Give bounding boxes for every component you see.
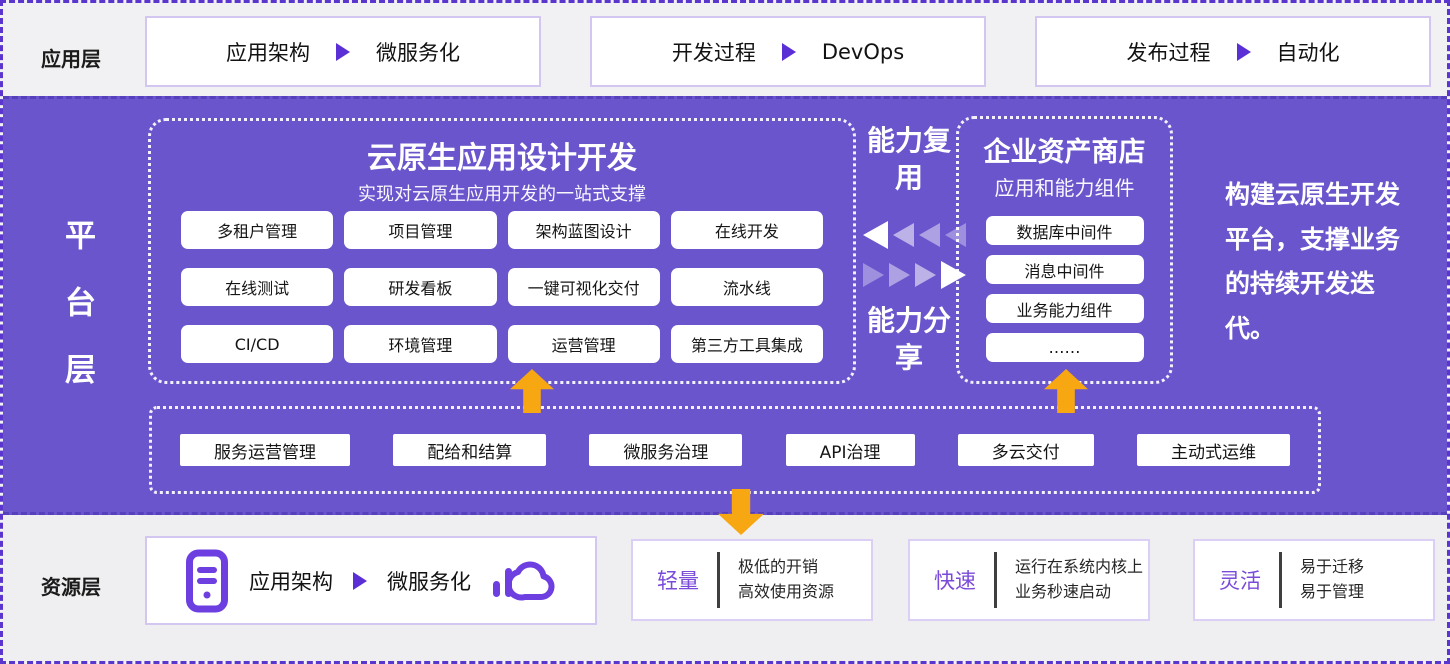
arrows-left-icon xyxy=(863,221,966,249)
resource-box-to: 微服务化 xyxy=(387,566,471,596)
triangle-left-icon xyxy=(863,221,888,249)
feature-description: 极低的开销 高效使用资源 xyxy=(738,555,834,605)
ops-node: 服务运营管理 xyxy=(180,434,350,466)
capability-node: 环境管理 xyxy=(344,325,496,363)
asset-panel-subtitle: 应用和能力组件 xyxy=(959,172,1170,201)
capability-node: 第三方工具集成 xyxy=(671,325,823,363)
triangle-right-icon xyxy=(1237,43,1251,61)
capability-node: 多租户管理 xyxy=(181,211,333,249)
feature-keyword: 快速 xyxy=(934,565,976,595)
app-box-release: 发布过程 自动化 xyxy=(1035,16,1431,87)
triangle-right-icon xyxy=(863,263,884,287)
asset-panel-title: 企业资产商店 xyxy=(959,130,1170,169)
feature-fast: 快速 运行在系统内核上 业务秒速启动 xyxy=(908,539,1150,621)
platform-note: 构建云原生开发平台，支撑业务的持续开发迭代。 xyxy=(1225,173,1415,351)
resource-box-from: 应用架构 xyxy=(249,566,333,596)
feature-description: 运行在系统内核上 业务秒速启动 xyxy=(1015,555,1143,605)
vertical-divider xyxy=(1279,552,1282,608)
capability-node: CI/CD xyxy=(181,325,333,363)
ops-node-row: 服务运营管理 配给和结算 微服务治理 API治理 多云交付 主动式运维 xyxy=(180,409,1290,491)
design-panel-subtitle: 实现对云原生应用开发的一站式支撑 xyxy=(151,180,853,206)
capability-node: 运营管理 xyxy=(508,325,660,363)
asset-node: …… xyxy=(986,333,1144,362)
design-dev-panel: 云原生应用设计开发 实现对云原生应用开发的一站式支撑 多租户管理 项目管理 架构… xyxy=(148,118,856,384)
capability-share-label: 能力分享 xyxy=(859,303,959,377)
capability-reuse-label: 能力复用 xyxy=(859,123,959,197)
feature-keyword: 轻量 xyxy=(657,565,699,595)
asset-node: 业务能力组件 xyxy=(986,294,1144,323)
capability-node: 架构蓝图设计 xyxy=(508,211,660,249)
server-icon xyxy=(185,549,229,613)
capability-node: 研发看板 xyxy=(344,268,496,306)
app-layer-label: 应用层 xyxy=(41,43,101,72)
cloud-bars-icon xyxy=(491,556,557,606)
asset-node: 消息中间件 xyxy=(986,255,1144,284)
resource-layer-strip: 资源层 应用架构 微服务化 轻量 极低的开销 高效使用资源 xyxy=(3,515,1447,661)
feature-lightweight: 轻量 极低的开销 高效使用资源 xyxy=(631,539,873,621)
triangle-right-icon xyxy=(353,572,367,590)
app-box-to: 自动化 xyxy=(1277,37,1340,67)
vertical-divider xyxy=(717,552,720,608)
triangle-right-icon xyxy=(336,43,350,61)
app-box-to: 微服务化 xyxy=(376,37,460,67)
app-box-from: 开发过程 xyxy=(672,37,756,67)
app-box-from: 应用架构 xyxy=(226,37,310,67)
triangle-right-icon xyxy=(889,263,910,287)
ops-node: API治理 xyxy=(786,434,915,466)
platform-layer-band: 平台层 云原生应用设计开发 实现对云原生应用开发的一站式支撑 多租户管理 项目管… xyxy=(3,96,1447,515)
ops-node: 微服务治理 xyxy=(589,434,742,466)
triangle-left-icon xyxy=(893,223,914,247)
feature-keyword: 灵活 xyxy=(1219,565,1261,595)
capability-node: 流水线 xyxy=(671,268,823,306)
vertical-divider xyxy=(994,552,997,608)
ops-node: 主动式运维 xyxy=(1137,434,1290,466)
resource-arch-box: 应用架构 微服务化 xyxy=(145,536,597,625)
ops-node: 配给和结算 xyxy=(393,434,546,466)
app-box-architecture: 应用架构 微服务化 xyxy=(145,16,541,87)
arrows-right-icon xyxy=(863,261,966,289)
app-box-to: DevOps xyxy=(822,40,904,64)
ops-panel: 服务运营管理 配给和结算 微服务治理 API治理 多云交付 主动式运维 xyxy=(149,406,1321,494)
capability-node: 一键可视化交付 xyxy=(508,268,660,306)
capability-node: 项目管理 xyxy=(344,211,496,249)
asset-store-panel: 企业资产商店 应用和能力组件 数据库中间件 消息中间件 业务能力组件 …… xyxy=(956,116,1173,384)
triangle-left-icon xyxy=(919,223,940,247)
feature-line: 易于管理 xyxy=(1300,580,1364,605)
feature-line: 运行在系统内核上 xyxy=(1015,555,1143,580)
ops-node: 多云交付 xyxy=(958,434,1094,466)
triangle-right-icon xyxy=(782,43,796,61)
triangle-right-icon xyxy=(915,263,936,287)
platform-layer-label: 平台层 xyxy=(55,219,100,420)
cloud-native-platform-diagram: 应用层 应用架构 微服务化 开发过程 DevOps 发布过程 自动化 平台层 云… xyxy=(0,0,1450,664)
app-box-from: 发布过程 xyxy=(1127,37,1211,67)
asset-node: 数据库中间件 xyxy=(986,216,1144,245)
feature-flexible: 灵活 易于迁移 易于管理 xyxy=(1193,539,1435,621)
capability-node: 在线开发 xyxy=(671,211,823,249)
design-capability-grid: 多租户管理 项目管理 架构蓝图设计 在线开发 在线测试 研发看板 一键可视化交付… xyxy=(181,211,823,363)
app-box-devprocess: 开发过程 DevOps xyxy=(590,16,986,87)
resource-layer-label: 资源层 xyxy=(41,571,101,600)
feature-line: 极低的开销 xyxy=(738,555,834,580)
design-panel-title: 云原生应用设计开发 xyxy=(151,133,853,177)
asset-component-list: 数据库中间件 消息中间件 业务能力组件 …… xyxy=(959,216,1170,362)
feature-description: 易于迁移 易于管理 xyxy=(1300,555,1364,605)
capability-node: 在线测试 xyxy=(181,268,333,306)
feature-line: 易于迁移 xyxy=(1300,555,1364,580)
feature-line: 业务秒速启动 xyxy=(1015,580,1143,605)
feature-line: 高效使用资源 xyxy=(738,580,834,605)
